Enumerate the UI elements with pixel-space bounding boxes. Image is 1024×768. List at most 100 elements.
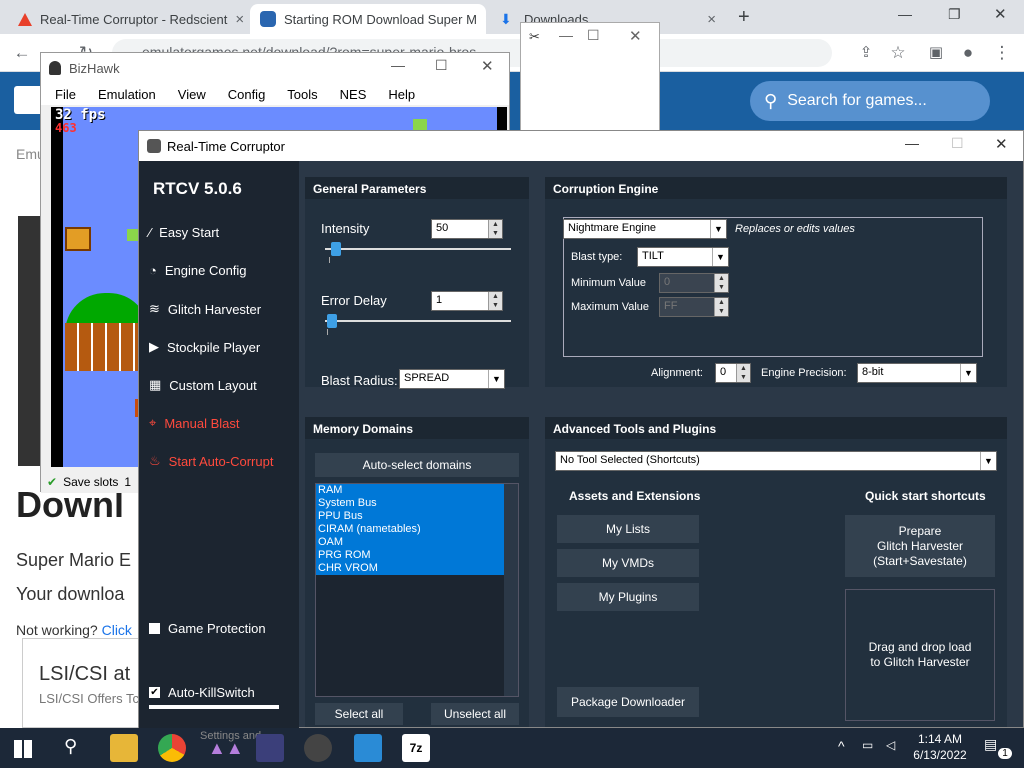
error-delay-slider-thumb[interactable]: [327, 314, 337, 328]
chrome-menu-icon[interactable]: ⋮: [988, 40, 1016, 66]
my-vmds-button[interactable]: My VMDs: [557, 549, 699, 577]
list-item[interactable]: RAM: [316, 484, 518, 497]
blast-type-select[interactable]: TILT ▼: [637, 247, 729, 267]
restore-button[interactable]: ☐: [587, 27, 600, 44]
popup-window: ✂ — ☐ ✕: [520, 22, 660, 132]
rtc-taskbar-icon[interactable]: [256, 734, 284, 762]
clock-date[interactable]: 6/13/2022: [908, 748, 972, 762]
list-item[interactable]: OAM: [316, 536, 518, 549]
max-value-input[interactable]: FF ▲ ▼: [659, 297, 729, 317]
menu-tools[interactable]: Tools: [273, 83, 325, 105]
save-slot-number[interactable]: 1: [124, 475, 131, 489]
chrome-icon[interactable]: [158, 734, 186, 762]
browser-tab-download[interactable]: Starting ROM Download Super M ×: [250, 4, 486, 34]
sidepanel-icon[interactable]: ▣: [922, 40, 950, 66]
menu-emulation[interactable]: Emulation: [84, 83, 164, 105]
spinner-arrows-icon[interactable]: ▲ ▼: [488, 292, 502, 310]
browser-tab-rtc[interactable]: Real-Time Corruptor - Redscient ×: [8, 4, 248, 34]
auto-killswitch-checkbox[interactable]: ✔ Auto-KillSwitch: [149, 685, 255, 700]
download-icon: ⬇: [500, 11, 512, 27]
sidebar-item-glitch-harvester[interactable]: ≋ Glitch Harvester: [149, 301, 261, 317]
profile-avatar-icon[interactable]: ●: [954, 40, 982, 66]
minimize-button[interactable]: —: [391, 57, 405, 73]
list-item[interactable]: PPU Bus: [316, 510, 518, 523]
menu-nes[interactable]: NES: [326, 83, 375, 105]
sidebar-item-manual-blast[interactable]: ⌖ Manual Blast: [149, 415, 239, 431]
unselect-all-button[interactable]: Unselect all: [431, 703, 519, 725]
notification-icon[interactable]: ▤: [984, 736, 997, 753]
sidebar-item-stockpile-player[interactable]: ▶ Stockpile Player: [149, 339, 260, 355]
engine-precision-select[interactable]: 8-bit ▼: [857, 363, 977, 383]
save-slots-label[interactable]: Save slots: [63, 475, 118, 489]
sidebar-item-easy-start[interactable]: ⁄ Easy Start: [149, 225, 219, 240]
clock-time[interactable]: 1:14 AM: [912, 732, 968, 746]
spinner-arrows-icon[interactable]: ▲ ▼: [714, 274, 728, 292]
site-search-box[interactable]: ⚲ Search for games...: [750, 81, 990, 121]
package-downloader-button[interactable]: Package Downloader: [557, 687, 699, 717]
app-icon[interactable]: [354, 734, 382, 762]
list-item[interactable]: CIRAM (nametables): [316, 523, 518, 536]
file-explorer-icon[interactable]: [110, 734, 138, 762]
app-icon[interactable]: ▲▲: [208, 734, 244, 762]
game-protection-checkbox[interactable]: Game Protection: [149, 621, 266, 636]
drag-drop-zone[interactable]: Drag and drop load to Glitch Harvester: [845, 589, 995, 721]
spinner-arrows-icon[interactable]: ▲ ▼: [488, 220, 502, 238]
prepare-glitch-harvester-button[interactable]: Prepare Glitch Harvester (Start+Savestat…: [845, 515, 995, 577]
7zip-icon[interactable]: 7z: [402, 734, 430, 762]
spinner-arrows-icon[interactable]: ▲ ▼: [736, 364, 750, 382]
auto-select-domains-button[interactable]: Auto-select domains: [315, 453, 519, 477]
click-link[interactable]: Click: [102, 622, 132, 638]
menu-file[interactable]: File: [41, 83, 84, 105]
close-button[interactable]: ✕: [481, 57, 494, 75]
restore-button[interactable]: ❐: [948, 6, 961, 23]
my-plugins-button[interactable]: My Plugins: [557, 583, 699, 611]
error-delay-input[interactable]: 1 ▲ ▼: [431, 291, 503, 311]
menu-view[interactable]: View: [164, 83, 214, 105]
engine-select[interactable]: Nightmare Engine ▼: [563, 219, 727, 239]
sidebar-item-custom-layout[interactable]: ▦ Custom Layout: [149, 377, 257, 393]
bookmark-star-icon[interactable]: ☆: [884, 40, 912, 66]
list-item[interactable]: System Bus: [316, 497, 518, 510]
list-item[interactable]: PRG ROM: [316, 549, 518, 562]
close-tab-icon[interactable]: ×: [707, 11, 716, 28]
restore-button[interactable]: ☐: [435, 57, 448, 74]
bizhawk-taskbar-icon[interactable]: [304, 734, 332, 762]
new-tab-button[interactable]: +: [738, 6, 750, 29]
error-delay-slider[interactable]: [325, 320, 511, 322]
spinner-arrows-icon[interactable]: ▲ ▼: [714, 298, 728, 316]
share-icon[interactable]: ⇪: [852, 40, 880, 66]
sidebar-item-start-auto-corrupt[interactable]: ♨ Start Auto-Corrupt: [149, 453, 273, 469]
intensity-slider[interactable]: [325, 248, 511, 250]
close-tab-icon[interactable]: ×: [235, 11, 244, 28]
tool-select[interactable]: No Tool Selected (Shortcuts) ▼: [555, 451, 997, 471]
search-icon[interactable]: ⚲: [64, 736, 77, 757]
scrollbar[interactable]: [504, 484, 518, 696]
close-tab-icon[interactable]: ×: [485, 11, 486, 28]
close-button[interactable]: ✕: [994, 5, 1007, 23]
menu-help[interactable]: Help: [374, 83, 423, 105]
blast-radius-select[interactable]: SPREAD ▼: [399, 369, 505, 389]
list-item[interactable]: CHR VROM: [316, 562, 518, 575]
close-button[interactable]: ✕: [995, 135, 1008, 153]
chevron-up-icon[interactable]: ^: [838, 738, 845, 754]
network-icon[interactable]: ▭: [862, 738, 873, 752]
minimize-button[interactable]: —: [905, 135, 919, 151]
menu-config[interactable]: Config: [214, 83, 274, 105]
minimize-button[interactable]: —: [898, 6, 912, 22]
memory-domain-list[interactable]: RAM System Bus PPU Bus CIRAM (nametables…: [315, 483, 519, 697]
close-button[interactable]: ✕: [629, 27, 642, 45]
minimize-button[interactable]: —: [559, 27, 573, 43]
intensity-input[interactable]: 50 ▲ ▼: [431, 219, 503, 239]
alignment-input[interactable]: 0 ▲ ▼: [715, 363, 751, 383]
restore-button[interactable]: ☐: [951, 135, 964, 152]
sidebar-item-engine-config[interactable]: ◔ Engine Config: [149, 263, 247, 278]
windows-start-icon[interactable]: [14, 740, 32, 758]
min-value-input[interactable]: 0 ▲ ▼: [659, 273, 729, 293]
back-arrow-icon[interactable]: ←: [8, 40, 36, 66]
close-icon[interactable]: ✂: [529, 29, 540, 45]
select-all-button[interactable]: Select all: [315, 703, 403, 725]
ad-box[interactable]: LSI/CSI at LSI/CSI Offers Tc: [22, 638, 140, 728]
volume-icon[interactable]: ◁: [886, 738, 895, 752]
my-lists-button[interactable]: My Lists: [557, 515, 699, 543]
intensity-slider-thumb[interactable]: [330, 242, 341, 256]
